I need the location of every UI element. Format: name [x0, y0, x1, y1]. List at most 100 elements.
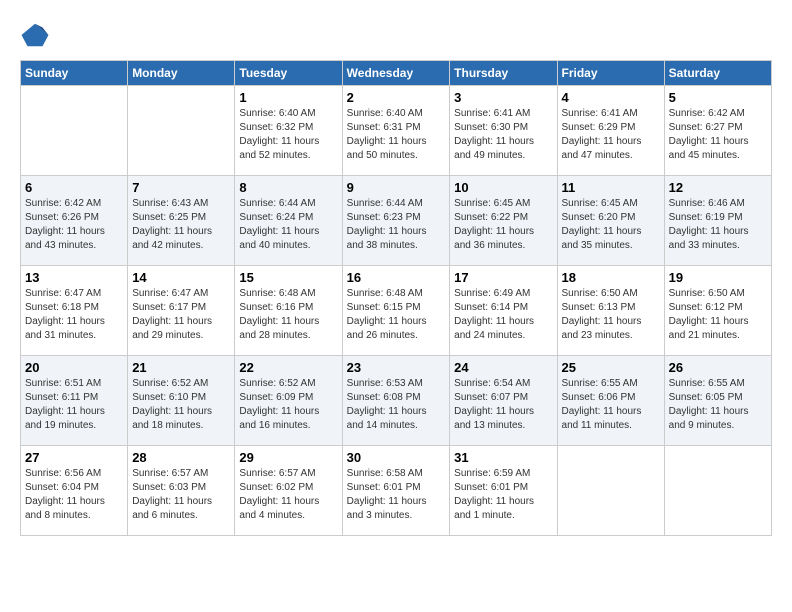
- day-number: 1: [239, 90, 337, 105]
- day-number: 4: [562, 90, 660, 105]
- day-number: 5: [669, 90, 767, 105]
- day-info: Sunrise: 6:55 AM Sunset: 6:05 PM Dayligh…: [669, 377, 767, 433]
- calendar-cell: [664, 446, 771, 536]
- calendar-cell: 23 Sunrise: 6:53 AM Sunset: 6:08 PM Dayli…: [342, 356, 450, 446]
- calendar-cell: 2 Sunrise: 6:40 AM Sunset: 6:31 PM Daylig…: [342, 86, 450, 176]
- day-number: 8: [239, 180, 337, 195]
- day-info: Sunrise: 6:56 AM Sunset: 6:04 PM Dayligh…: [25, 467, 123, 523]
- weekday-header: Sunday: [21, 61, 128, 86]
- day-number: 23: [347, 360, 446, 375]
- day-info: Sunrise: 6:47 AM Sunset: 6:17 PM Dayligh…: [132, 287, 230, 343]
- weekday-header: Tuesday: [235, 61, 342, 86]
- calendar-cell: 24Sunrise: 6:54 AM Sunset: 6:07 PM Dayli…: [450, 356, 557, 446]
- day-number: 12: [669, 180, 767, 195]
- calendar-cell: 3 Sunrise: 6:41 AM Sunset: 6:30 PM Daylig…: [450, 86, 557, 176]
- day-number: 17: [454, 270, 552, 285]
- calendar-cell: 15 Sunrise: 6:48 AM Sunset: 6:16 PM Dayli…: [235, 266, 342, 356]
- weekday-header: Saturday: [664, 61, 771, 86]
- calendar-body: 1 Sunrise: 6:40 AM Sunset: 6:32 PM Daylig…: [21, 86, 772, 536]
- calendar-week-row: 6Sunrise: 6:42 AM Sunset: 6:26 PM Daylig…: [21, 176, 772, 266]
- day-number: 28: [132, 450, 230, 465]
- day-number: 3: [454, 90, 552, 105]
- day-info: Sunrise: 6:46 AM Sunset: 6:19 PM Dayligh…: [669, 197, 767, 253]
- calendar-cell: 1 Sunrise: 6:40 AM Sunset: 6:32 PM Daylig…: [235, 86, 342, 176]
- calendar-cell: 5Sunrise: 6:42 AM Sunset: 6:27 PM Daylig…: [664, 86, 771, 176]
- day-number: 16: [347, 270, 446, 285]
- calendar-cell: 17 Sunrise: 6:49 AM Sunset: 6:14 PM Dayli…: [450, 266, 557, 356]
- day-info: Sunrise: 6:40 AM Sunset: 6:31 PM Dayligh…: [347, 107, 446, 163]
- day-info: Sunrise: 6:44 AM Sunset: 6:23 PM Dayligh…: [347, 197, 446, 253]
- weekday-header: Monday: [128, 61, 235, 86]
- day-number: 15: [239, 270, 337, 285]
- day-info: Sunrise: 6:55 AM Sunset: 6:06 PM Dayligh…: [562, 377, 660, 433]
- calendar-cell: 22 Sunrise: 6:52 AM Sunset: 6:09 PM Dayli…: [235, 356, 342, 446]
- day-number: 29: [239, 450, 337, 465]
- day-info: Sunrise: 6:52 AM Sunset: 6:09 PM Dayligh…: [239, 377, 337, 433]
- day-info: Sunrise: 6:50 AM Sunset: 6:12 PM Dayligh…: [669, 287, 767, 343]
- day-info: Sunrise: 6:50 AM Sunset: 6:13 PM Dayligh…: [562, 287, 660, 343]
- calendar-week-row: 20Sunrise: 6:51 AM Sunset: 6:11 PM Dayli…: [21, 356, 772, 446]
- day-number: 10: [454, 180, 552, 195]
- calendar-cell: 26 Sunrise: 6:55 AM Sunset: 6:05 PM Dayli…: [664, 356, 771, 446]
- calendar-cell: 20Sunrise: 6:51 AM Sunset: 6:11 PM Dayli…: [21, 356, 128, 446]
- calendar-cell: 25 Sunrise: 6:55 AM Sunset: 6:06 PM Dayli…: [557, 356, 664, 446]
- day-number: 13: [25, 270, 123, 285]
- calendar-cell: 16 Sunrise: 6:48 AM Sunset: 6:15 PM Dayli…: [342, 266, 450, 356]
- day-info: Sunrise: 6:52 AM Sunset: 6:10 PM Dayligh…: [132, 377, 230, 433]
- day-info: Sunrise: 6:43 AM Sunset: 6:25 PM Dayligh…: [132, 197, 230, 253]
- weekday-header: Friday: [557, 61, 664, 86]
- day-info: Sunrise: 6:47 AM Sunset: 6:18 PM Dayligh…: [25, 287, 123, 343]
- calendar-cell: 9 Sunrise: 6:44 AM Sunset: 6:23 PM Daylig…: [342, 176, 450, 266]
- calendar-cell: 7Sunrise: 6:43 AM Sunset: 6:25 PM Daylig…: [128, 176, 235, 266]
- day-info: Sunrise: 6:45 AM Sunset: 6:20 PM Dayligh…: [562, 197, 660, 253]
- calendar-cell: 21 Sunrise: 6:52 AM Sunset: 6:10 PM Dayli…: [128, 356, 235, 446]
- calendar-cell: 6Sunrise: 6:42 AM Sunset: 6:26 PM Daylig…: [21, 176, 128, 266]
- calendar-table: SundayMondayTuesdayWednesdayThursdayFrid…: [20, 60, 772, 536]
- day-number: 25: [562, 360, 660, 375]
- day-number: 11: [562, 180, 660, 195]
- calendar-cell: 10Sunrise: 6:45 AM Sunset: 6:22 PM Dayli…: [450, 176, 557, 266]
- day-info: Sunrise: 6:58 AM Sunset: 6:01 PM Dayligh…: [347, 467, 446, 523]
- day-info: Sunrise: 6:53 AM Sunset: 6:08 PM Dayligh…: [347, 377, 446, 433]
- day-info: Sunrise: 6:57 AM Sunset: 6:02 PM Dayligh…: [239, 467, 337, 523]
- day-number: 27: [25, 450, 123, 465]
- calendar-cell: 13 Sunrise: 6:47 AM Sunset: 6:18 PM Dayli…: [21, 266, 128, 356]
- day-number: 26: [669, 360, 767, 375]
- day-number: 30: [347, 450, 446, 465]
- day-number: 20: [25, 360, 123, 375]
- day-info: Sunrise: 6:41 AM Sunset: 6:29 PM Dayligh…: [562, 107, 660, 163]
- day-info: Sunrise: 6:48 AM Sunset: 6:16 PM Dayligh…: [239, 287, 337, 343]
- calendar-week-row: 1 Sunrise: 6:40 AM Sunset: 6:32 PM Daylig…: [21, 86, 772, 176]
- calendar-cell: 8 Sunrise: 6:44 AM Sunset: 6:24 PM Daylig…: [235, 176, 342, 266]
- calendar-cell: 11 Sunrise: 6:45 AM Sunset: 6:20 PM Dayli…: [557, 176, 664, 266]
- day-info: Sunrise: 6:41 AM Sunset: 6:30 PM Dayligh…: [454, 107, 552, 163]
- day-info: Sunrise: 6:49 AM Sunset: 6:14 PM Dayligh…: [454, 287, 552, 343]
- calendar-cell: 14 Sunrise: 6:47 AM Sunset: 6:17 PM Dayli…: [128, 266, 235, 356]
- logo-icon: [20, 20, 50, 50]
- day-info: Sunrise: 6:57 AM Sunset: 6:03 PM Dayligh…: [132, 467, 230, 523]
- day-number: 31: [454, 450, 552, 465]
- day-number: 9: [347, 180, 446, 195]
- day-number: 21: [132, 360, 230, 375]
- day-number: 22: [239, 360, 337, 375]
- calendar-cell: 19 Sunrise: 6:50 AM Sunset: 6:12 PM Dayli…: [664, 266, 771, 356]
- calendar-header: SundayMondayTuesdayWednesdayThursdayFrid…: [21, 61, 772, 86]
- calendar-cell: 28 Sunrise: 6:57 AM Sunset: 6:03 PM Dayli…: [128, 446, 235, 536]
- calendar-cell: [21, 86, 128, 176]
- day-info: Sunrise: 6:44 AM Sunset: 6:24 PM Dayligh…: [239, 197, 337, 253]
- day-info: Sunrise: 6:48 AM Sunset: 6:15 PM Dayligh…: [347, 287, 446, 343]
- day-info: Sunrise: 6:40 AM Sunset: 6:32 PM Dayligh…: [239, 107, 337, 163]
- weekday-header: Thursday: [450, 61, 557, 86]
- calendar-cell: 18Sunrise: 6:50 AM Sunset: 6:13 PM Dayli…: [557, 266, 664, 356]
- page-header: [20, 20, 772, 50]
- day-number: 2: [347, 90, 446, 105]
- weekday-header: Wednesday: [342, 61, 450, 86]
- calendar-cell: 12 Sunrise: 6:46 AM Sunset: 6:19 PM Dayli…: [664, 176, 771, 266]
- day-info: Sunrise: 6:42 AM Sunset: 6:26 PM Dayligh…: [25, 197, 123, 253]
- weekday-header-row: SundayMondayTuesdayWednesdayThursdayFrid…: [21, 61, 772, 86]
- day-number: 14: [132, 270, 230, 285]
- day-number: 19: [669, 270, 767, 285]
- day-info: Sunrise: 6:54 AM Sunset: 6:07 PM Dayligh…: [454, 377, 552, 433]
- calendar-week-row: 27 Sunrise: 6:56 AM Sunset: 6:04 PM Dayli…: [21, 446, 772, 536]
- calendar-cell: [557, 446, 664, 536]
